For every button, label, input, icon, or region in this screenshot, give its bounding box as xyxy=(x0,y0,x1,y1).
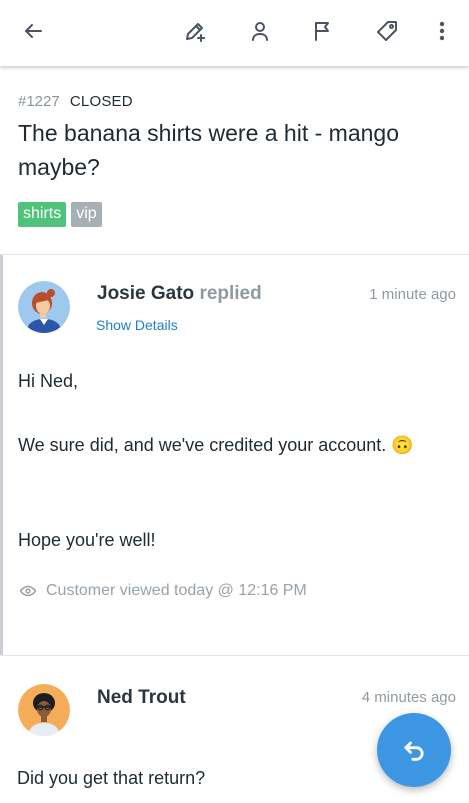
thread-action: replied xyxy=(199,283,262,304)
avatar[interactable] xyxy=(18,281,70,333)
show-details-link[interactable]: Show Details xyxy=(96,317,178,333)
ticket-status[interactable]: CLOSED xyxy=(70,93,133,110)
eye-icon xyxy=(19,585,37,597)
edit-note-icon[interactable] xyxy=(181,17,209,45)
viewed-text: Customer viewed today @ 12:16 PM xyxy=(46,582,307,599)
author-name-text: Josie Gato xyxy=(97,283,195,304)
author-name: Josie Gato replied xyxy=(97,283,262,305)
thread-time: 4 minutes ago xyxy=(361,689,456,706)
message-line: Did you get that return? xyxy=(17,768,206,788)
ticket-meta: #1227 CLOSED xyxy=(18,93,133,110)
ticket-number: #1227 xyxy=(18,93,60,110)
flag-icon[interactable] xyxy=(309,17,337,45)
author-name: Ned Trout xyxy=(97,687,186,708)
toolbar xyxy=(0,0,469,66)
ticket-header: #1227 CLOSED The banana shirts were a hi… xyxy=(0,66,469,255)
tag-shirts[interactable]: shirts xyxy=(18,202,67,227)
message-line: Hope you're well! xyxy=(18,530,156,550)
reply-icon xyxy=(404,741,424,761)
thread-item: Josie Gato replied 1 minute ago Show Det… xyxy=(0,255,469,655)
tag-list: shirts vip xyxy=(18,202,102,227)
tag-icon[interactable] xyxy=(373,17,401,45)
ticket-subject: The banana shirts were a hit - mango may… xyxy=(18,120,399,180)
viewed-status: Customer viewed today @ 12:16 PM xyxy=(19,582,307,600)
message-line: We sure did, and we've credited your acc… xyxy=(18,435,414,455)
thread-time: 1 minute ago xyxy=(369,286,456,303)
tag-vip[interactable]: vip xyxy=(71,202,102,227)
avatar[interactable] xyxy=(18,684,70,736)
assign-user-icon[interactable] xyxy=(246,17,274,45)
reply-button[interactable] xyxy=(377,713,451,787)
more-vertical-icon[interactable] xyxy=(428,17,456,45)
message-line: Hi Ned, xyxy=(18,371,79,391)
back-arrow-icon[interactable] xyxy=(19,17,47,45)
